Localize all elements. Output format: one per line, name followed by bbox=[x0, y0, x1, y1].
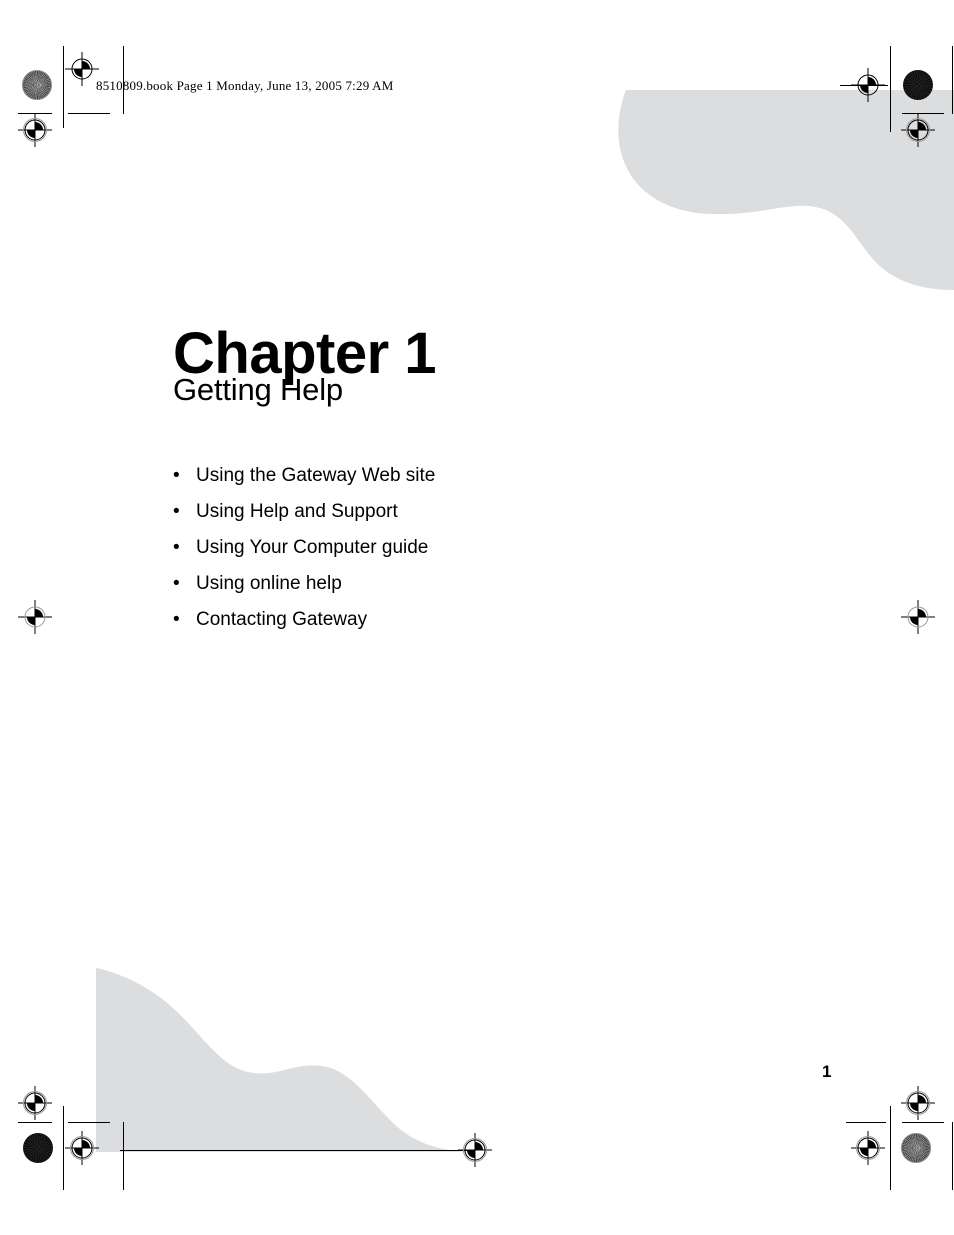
bullet-icon: • bbox=[173, 573, 180, 594]
list-item-label: Contacting Gateway bbox=[196, 609, 368, 630]
registration-crosshair-icon bbox=[18, 600, 52, 634]
bullet-icon: • bbox=[173, 537, 180, 558]
registration-crosshair-icon bbox=[851, 1131, 885, 1165]
crop-line-vertical bbox=[63, 1106, 64, 1190]
list-item: • Using online help bbox=[173, 571, 435, 607]
decorative-gray-shape-top-right bbox=[618, 90, 954, 290]
list-item-label: Using Your Computer guide bbox=[196, 537, 429, 558]
crop-line-horizontal bbox=[18, 113, 52, 114]
registration-crosshair-icon bbox=[901, 600, 935, 634]
list-item: • Using the Gateway Web site bbox=[173, 463, 435, 499]
bullet-icon: • bbox=[173, 501, 180, 522]
crop-line-horizontal bbox=[68, 113, 110, 114]
page-number: 1 bbox=[822, 1062, 832, 1081]
list-item: • Contacting Gateway bbox=[173, 607, 435, 643]
registration-crosshair-icon bbox=[18, 1086, 52, 1120]
registration-crosshair-icon bbox=[901, 1086, 935, 1120]
crop-line-vertical bbox=[952, 1122, 953, 1190]
registration-crosshair-icon bbox=[18, 113, 52, 147]
document-page: 8510809.book Page 1 Monday, June 13, 200… bbox=[0, 0, 954, 1235]
bullet-icon: • bbox=[173, 609, 180, 630]
chapter-subtitle: Getting Help bbox=[173, 371, 343, 407]
list-item: • Using Your Computer guide bbox=[173, 535, 435, 571]
crop-line-vertical bbox=[890, 1106, 891, 1190]
registration-crosshair-icon bbox=[65, 1131, 99, 1165]
print-header-text: 8510809.book Page 1 Monday, June 13, 200… bbox=[96, 78, 394, 93]
decorative-gray-shape-bottom-left bbox=[96, 968, 478, 1152]
registration-crosshair-icon bbox=[65, 52, 99, 86]
density-patch-circle-icon bbox=[23, 1133, 53, 1163]
crop-line-horizontal bbox=[18, 1122, 52, 1123]
crop-line-horizontal bbox=[840, 85, 888, 86]
density-patch-circle-icon bbox=[901, 1133, 931, 1163]
list-item: • Using Help and Support bbox=[173, 499, 435, 535]
crop-line-horizontal bbox=[902, 1122, 944, 1123]
chapter-topic-list: • Using the Gateway Web site • Using Hel… bbox=[173, 463, 435, 643]
list-item-label: Using the Gateway Web site bbox=[196, 465, 436, 486]
list-item-label: Using online help bbox=[196, 573, 342, 594]
density-patch-circle-icon bbox=[22, 70, 52, 100]
crop-line-horizontal bbox=[846, 1122, 886, 1123]
bullet-icon: • bbox=[173, 465, 180, 486]
crop-line-vertical bbox=[63, 46, 64, 128]
list-item-label: Using Help and Support bbox=[196, 501, 398, 522]
